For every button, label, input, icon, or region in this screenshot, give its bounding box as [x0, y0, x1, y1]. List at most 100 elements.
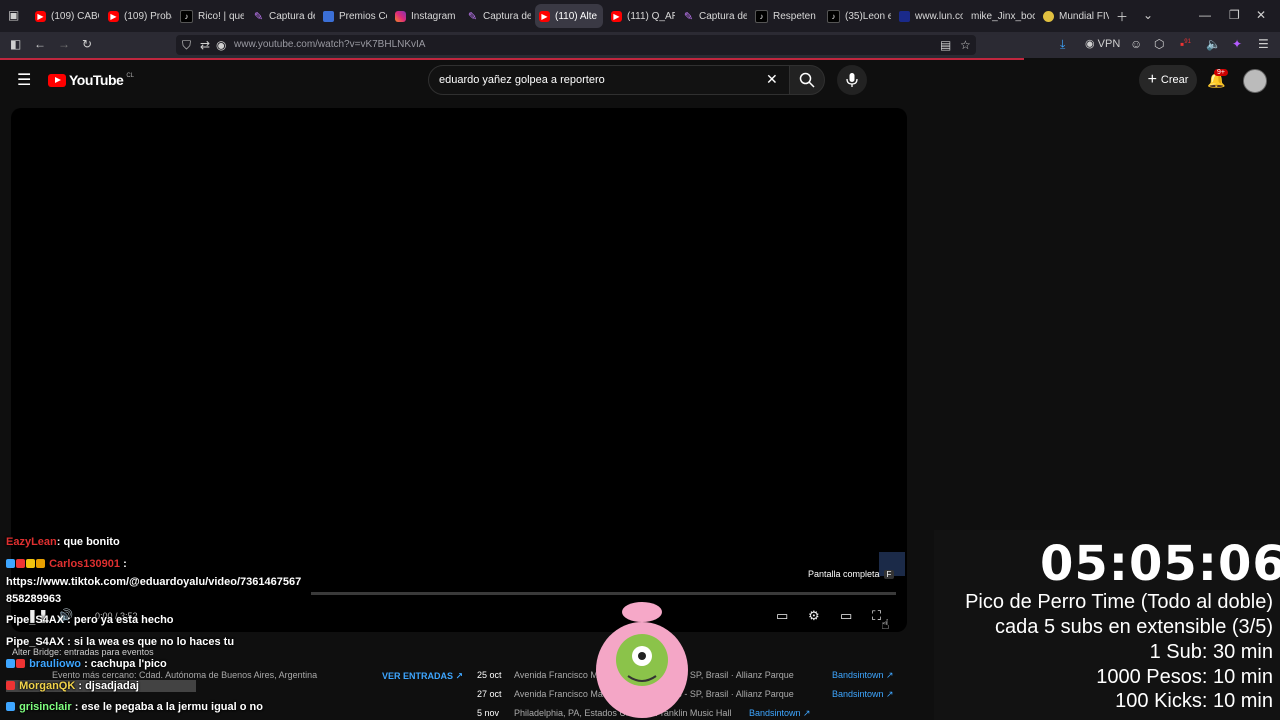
avatar[interactable]	[1243, 69, 1267, 93]
chat-text: : pero ya esta hecho	[64, 614, 174, 626]
leo-ai-icon[interactable]: ✦	[1232, 37, 1242, 51]
browser-tab[interactable]: Mundial FIV	[1039, 4, 1109, 28]
event-source-label: Bandsintown	[832, 689, 884, 699]
clear-search-icon[interactable]: ✕	[766, 71, 778, 88]
site-security-icon[interactable]: ⛉	[182, 38, 191, 53]
chat-text: :	[120, 558, 127, 570]
youtube-play-logo-icon	[48, 73, 66, 87]
reload-icon[interactable]: ↻	[82, 37, 92, 51]
subtitles-icon[interactable]: ▭	[776, 608, 788, 624]
event-source-link[interactable]: Bandsintown ↗	[832, 670, 894, 681]
document-favicon-icon	[323, 10, 334, 22]
overlay-line: 1000 Pesos: 10 min	[1096, 666, 1273, 688]
tab-list-chevron-icon[interactable]: ⌄	[1143, 8, 1153, 22]
browser-tab[interactable]: mike_Jinx_boca	[967, 4, 1035, 28]
youtube-logo[interactable]: YouTube CL	[48, 72, 134, 88]
chat-link[interactable]: https://www.tiktok.com/@eduardoyalu/vide…	[6, 576, 301, 588]
browser-tab[interactable]: www.lun.co	[895, 4, 963, 28]
pink-panther-mascot-image	[596, 602, 688, 718]
event-source-label: Bandsintown	[749, 708, 801, 718]
chat-link[interactable]: 858289963	[6, 593, 61, 605]
close-window-icon[interactable]: ✕	[1256, 8, 1266, 22]
fullscreen-icon[interactable]: ⛶	[872, 608, 881, 624]
event-source-link[interactable]: Bandsintown ↗	[832, 689, 894, 700]
tab-label: Captura de	[483, 10, 531, 22]
menu-icon[interactable]: ☰	[1258, 37, 1269, 51]
youtube-favicon-icon: ▶	[108, 10, 119, 22]
browser-tab[interactable]: ▶ (110) Alte ✕	[535, 4, 603, 28]
audio-icon[interactable]: 🔈	[1206, 37, 1221, 51]
chat-message: Pipe_S4AX : si la wea es que no lo haces…	[6, 636, 234, 648]
camera-permission-icon[interactable]: ◉	[216, 38, 226, 52]
browser-tab[interactable]: ✎ Captura de	[249, 4, 315, 28]
search-button[interactable]	[789, 65, 825, 95]
youtube-favicon-icon: ▶	[35, 10, 46, 22]
microphone-icon	[846, 73, 858, 87]
video-player[interactable]: Pantalla completa F ❚❚ 🔊 0:00 / 3:52 ▭ ⚙…	[11, 108, 907, 632]
stream-countdown-clock: 05:05:06	[1040, 536, 1280, 592]
browser-tab[interactable]: Premios Cor	[319, 4, 387, 28]
chat-username: MorganQK	[19, 680, 76, 692]
theater-mode-icon[interactable]: ▭	[840, 608, 852, 624]
address-bar: ◧ ← → ↻ ⛉ ⇄ ◉ www.youtube.com/watch?v=vK…	[0, 32, 1280, 58]
chat-badge-icon	[6, 681, 15, 690]
settings-gear-icon[interactable]: ⚙	[808, 608, 820, 624]
new-tab-icon[interactable]: ＋	[1116, 8, 1128, 25]
tab-label: Mundial FIV	[1059, 10, 1109, 22]
url-field[interactable]: ⛉ ⇄ ◉ www.youtube.com/watch?v=vK7BHLNKvI…	[176, 35, 976, 55]
back-icon[interactable]: ←	[34, 37, 46, 51]
download-icon[interactable]: ⤓	[1060, 37, 1065, 52]
chat-badge-icon	[26, 559, 35, 568]
minimize-icon[interactable]: —	[1199, 8, 1211, 22]
tab-label: Captura de	[699, 10, 747, 22]
create-button[interactable]: + Crear	[1139, 65, 1197, 95]
reader-mode-icon[interactable]: ▤	[940, 38, 951, 52]
progress-bar[interactable]	[311, 592, 896, 595]
account-icon[interactable]: ☺	[1130, 37, 1142, 51]
browser-tab[interactable]: ♪ Rico! | que r	[176, 4, 244, 28]
forward-icon[interactable]: →	[58, 37, 70, 51]
tab-label: (111) Q_AR	[627, 10, 675, 22]
chat-username: Pipe_S4AX	[6, 636, 65, 648]
maximize-icon[interactable]: ❐	[1229, 8, 1240, 22]
chat-text: : cachupa l'pico	[81, 658, 167, 670]
tiktok-favicon-icon: ♪	[755, 9, 768, 23]
chat-text: : ese le pegaba a la jermu igual o no	[71, 701, 263, 713]
url-text: www.youtube.com/watch?v=vK7BHLNKvIA	[234, 39, 426, 50]
tab-label: Rico! | que r	[198, 10, 244, 22]
region-code: CL	[126, 73, 134, 79]
vpn-button[interactable]: ◉ VPN	[1085, 37, 1120, 50]
voice-search-button[interactable]	[837, 65, 867, 95]
chat-badge-icon	[16, 559, 25, 568]
browser-tab[interactable]: ▶ (109) Proba	[104, 4, 172, 28]
browser-tab[interactable]: ♪ (35)Leon en	[823, 4, 891, 28]
guide-menu-icon[interactable]: ☰	[17, 70, 31, 90]
extension-badge-icon[interactable]: ▪91	[1180, 37, 1191, 51]
chat-text: : si la wea es que no lo haces tu	[64, 636, 235, 648]
notification-count-badge: 9+	[1214, 69, 1228, 76]
bookmark-star-icon[interactable]: ☆	[960, 38, 971, 52]
search-input[interactable]: eduardo yañez golpea a reportero ✕	[428, 65, 790, 95]
see-tickets-link[interactable]: VER ENTRADAS ↗	[382, 671, 463, 682]
extensions-icon[interactable]: ⬡	[1154, 37, 1164, 51]
close-tab-icon[interactable]: ✕	[602, 11, 603, 22]
fullscreen-shortcut-key: F	[883, 569, 895, 579]
browser-tab[interactable]: ♪ Respeten lo	[751, 4, 819, 28]
tab-overview-icon[interactable]: ▣	[8, 8, 19, 22]
events-title: Alter Bridge: entradas para eventos	[12, 647, 154, 657]
browser-tab[interactable]: ✎ Captura de	[679, 4, 747, 28]
nearest-event-text: Evento más cercano: Cdad. Autónoma de Bu…	[52, 670, 318, 680]
vpn-label: VPN	[1097, 38, 1121, 50]
see-tickets-label: VER ENTRADAS	[382, 671, 454, 681]
browser-tab[interactable]: ✎ Captura de	[463, 4, 531, 28]
browser-tab[interactable]: Instagram	[391, 4, 459, 28]
overlay-line: 100 Kicks: 10 min	[1115, 690, 1273, 712]
chat-message: Carlos130901 :	[6, 558, 127, 570]
sidebar-icon[interactable]: ◧	[10, 37, 21, 51]
browser-tab[interactable]: ▶ (111) Q_AR	[607, 4, 675, 28]
browser-tab[interactable]: ▶ (109) CABO	[31, 4, 99, 28]
chat-username: Carlos130901	[49, 558, 121, 570]
site-settings-icon[interactable]: ⇄	[200, 38, 210, 52]
event-source-link[interactable]: Bandsintown ↗	[749, 708, 811, 719]
instagram-favicon-icon	[395, 10, 406, 22]
